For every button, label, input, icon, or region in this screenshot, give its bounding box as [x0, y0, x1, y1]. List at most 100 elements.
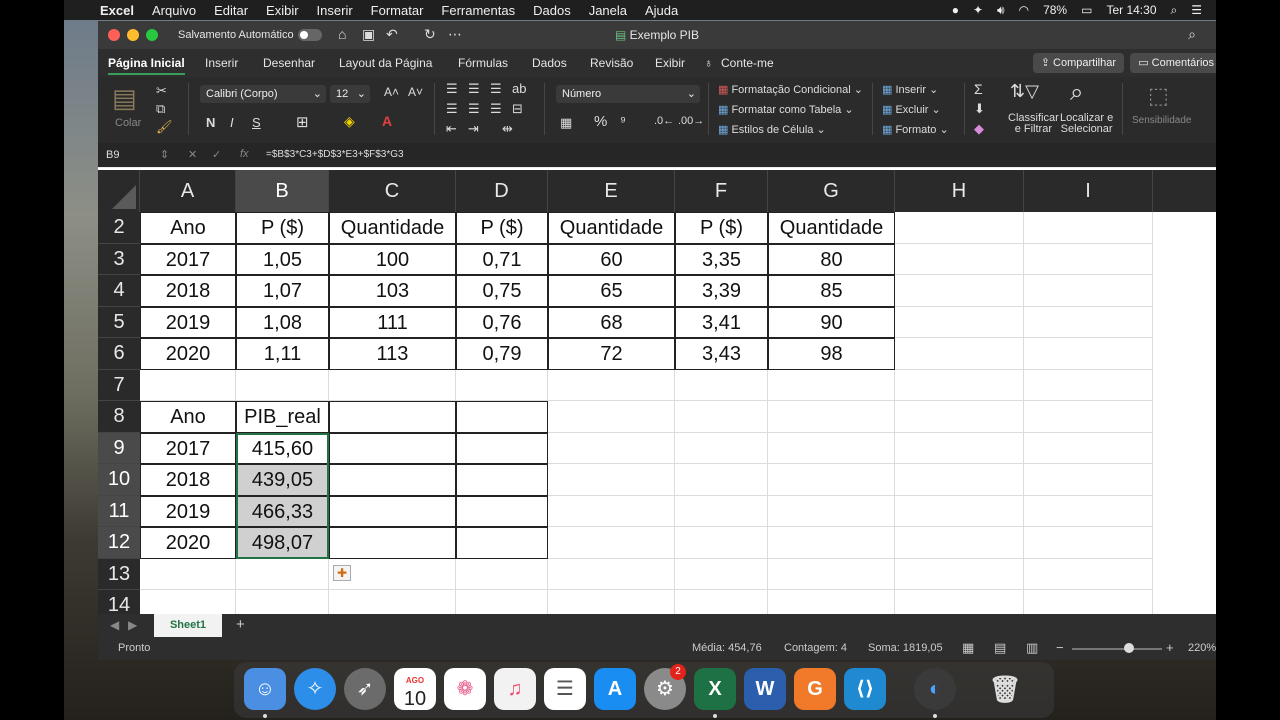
cell-B5[interactable]: 1,08 [236, 306, 329, 338]
cell-E12[interactable] [548, 527, 675, 559]
safari-icon[interactable]: ✧ [294, 668, 336, 710]
cell-H3[interactable] [895, 243, 1024, 275]
cell-F10[interactable] [675, 464, 768, 496]
cell-C3[interactable]: 100 [329, 243, 456, 275]
cell-I8[interactable] [1024, 401, 1153, 433]
app-store-icon[interactable]: A [594, 668, 636, 710]
cell-styles-button[interactable]: ▦ Estilos de Célula ⌄ [718, 123, 826, 136]
row-header-9[interactable]: 9 [98, 432, 140, 464]
align-center-icon[interactable]: ☰ [468, 101, 480, 117]
cell-C4[interactable]: 103 [329, 275, 456, 307]
cell-C9[interactable] [329, 432, 456, 464]
zoom-in-icon[interactable]: + [1166, 640, 1174, 655]
menu-ferramentas[interactable]: Ferramentas [441, 3, 515, 18]
cell-H5[interactable] [895, 306, 1024, 338]
cell-C10[interactable] [329, 464, 456, 496]
cell-E11[interactable] [548, 495, 675, 527]
increase-indent-icon[interactable]: ⇥ [468, 121, 479, 137]
cell-H14[interactable] [895, 590, 1024, 614]
find-select-icon[interactable]: ⌕ [1070, 79, 1083, 107]
row-header-13[interactable]: 13 [98, 558, 140, 590]
cell-H10[interactable] [895, 464, 1024, 496]
cell-F6[interactable]: 3,43 [675, 338, 768, 370]
column-header-a[interactable]: A [140, 170, 236, 212]
cell-C14[interactable] [329, 590, 456, 614]
cell-I5[interactable] [1024, 306, 1153, 338]
cell-A12[interactable]: 2020 [140, 527, 236, 559]
column-header-c[interactable]: C [329, 170, 456, 212]
page-break-view-icon[interactable]: ▥ [1026, 640, 1038, 656]
cell-F2[interactable]: P ($) [675, 212, 768, 244]
tab-exibir[interactable]: Exibir [655, 56, 685, 70]
align-left-icon[interactable]: ☰ [446, 101, 458, 117]
cell-G10[interactable] [768, 464, 895, 496]
spotlight-icon[interactable]: ⌕ [1171, 3, 1178, 18]
increase-font-icon[interactable]: A˄ [384, 85, 399, 99]
column-header-h[interactable]: H [895, 170, 1024, 212]
cell-D2[interactable]: P ($) [456, 212, 548, 244]
cell-F7[interactable] [675, 369, 768, 401]
cell-F11[interactable] [675, 495, 768, 527]
borders-icon[interactable]: ⊞ [296, 113, 309, 131]
cell-D12[interactable] [456, 527, 548, 559]
font-size-select[interactable]: 12 ⌄ [330, 85, 370, 103]
zoom-slider[interactable] [1072, 648, 1162, 650]
clear-icon[interactable]: ◆ [974, 121, 984, 137]
tab-layout[interactable]: Layout da Página [339, 56, 432, 70]
cell-F9[interactable] [675, 432, 768, 464]
align-top-icon[interactable]: ☰ [446, 81, 458, 97]
merge-center-icon[interactable]: ⇹ [502, 121, 513, 137]
cell-I3[interactable] [1024, 243, 1153, 275]
dropbox-icon[interactable]: ✦ [973, 3, 983, 17]
tab-inserir[interactable]: Inserir [205, 56, 238, 70]
cell-B7[interactable] [236, 369, 329, 401]
cell-H9[interactable] [895, 432, 1024, 464]
name-box[interactable]: B9 [106, 149, 119, 161]
formula-input[interactable]: =$B$3*C3+$D$3*E3+$F$3*G3 [266, 149, 404, 160]
normal-view-icon[interactable]: ▦ [962, 640, 974, 656]
cell-E10[interactable] [548, 464, 675, 496]
record-icon[interactable]: ● [952, 3, 959, 17]
cell-A8[interactable]: Ano [140, 401, 236, 433]
orientation-icon[interactable]: ab [512, 81, 526, 96]
conditional-formatting-button[interactable]: ▦ Formatação Condicional ⌄ [718, 83, 863, 96]
find-select-label[interactable]: Localizar e Selecionar [1060, 113, 1113, 135]
cell-I9[interactable] [1024, 432, 1153, 464]
column-header-d[interactable]: D [456, 170, 548, 212]
format-cells-button[interactable]: ▦ Formato ⌄ [882, 123, 949, 136]
battery-icon[interactable]: ▭ [1081, 3, 1092, 17]
cell-G7[interactable] [768, 369, 895, 401]
clock[interactable]: Ter 14:30 [1106, 3, 1156, 17]
cell-H12[interactable] [895, 527, 1024, 559]
decrease-indent-icon[interactable]: ⇤ [446, 121, 457, 137]
cell-G6[interactable]: 98 [768, 338, 895, 370]
cell-C6[interactable]: 113 [329, 338, 456, 370]
cut-icon[interactable]: ✂ [156, 83, 167, 99]
row-header-11[interactable]: 11 [98, 495, 140, 527]
sensitivity-icon[interactable]: ⬚ [1148, 83, 1169, 109]
cell-F12[interactable] [675, 527, 768, 559]
cell-F5[interactable]: 3,41 [675, 306, 768, 338]
italic-button[interactable]: I [230, 115, 234, 130]
cell-A5[interactable]: 2019 [140, 306, 236, 338]
copy-icon[interactable]: ⧉ [156, 101, 165, 117]
cell-H8[interactable] [895, 401, 1024, 433]
row-header-14[interactable]: 14 [98, 590, 140, 614]
cell-G9[interactable] [768, 432, 895, 464]
align-right-icon[interactable]: ☰ [490, 101, 502, 117]
comments-button[interactable]: ▭ Comentários [1130, 53, 1216, 73]
cell-B11[interactable]: 466,33 [236, 495, 329, 527]
cell-F8[interactable] [675, 401, 768, 433]
column-header-b[interactable]: B [236, 170, 329, 212]
tab-pagina-inicial[interactable]: Página Inicial [108, 56, 185, 75]
cell-H13[interactable] [895, 558, 1024, 590]
cell-B13[interactable] [236, 558, 329, 590]
app-menu[interactable]: Excel [100, 3, 134, 18]
music-icon[interactable]: ♫ [494, 668, 536, 710]
cell-B12[interactable]: 498,07 [236, 527, 329, 559]
row-header-8[interactable]: 8 [98, 401, 140, 433]
cell-E3[interactable]: 60 [548, 243, 675, 275]
add-sheet-icon[interactable]: + [236, 616, 245, 633]
cell-E8[interactable] [548, 401, 675, 433]
calendar-icon[interactable]: AGO 10 [394, 668, 436, 710]
